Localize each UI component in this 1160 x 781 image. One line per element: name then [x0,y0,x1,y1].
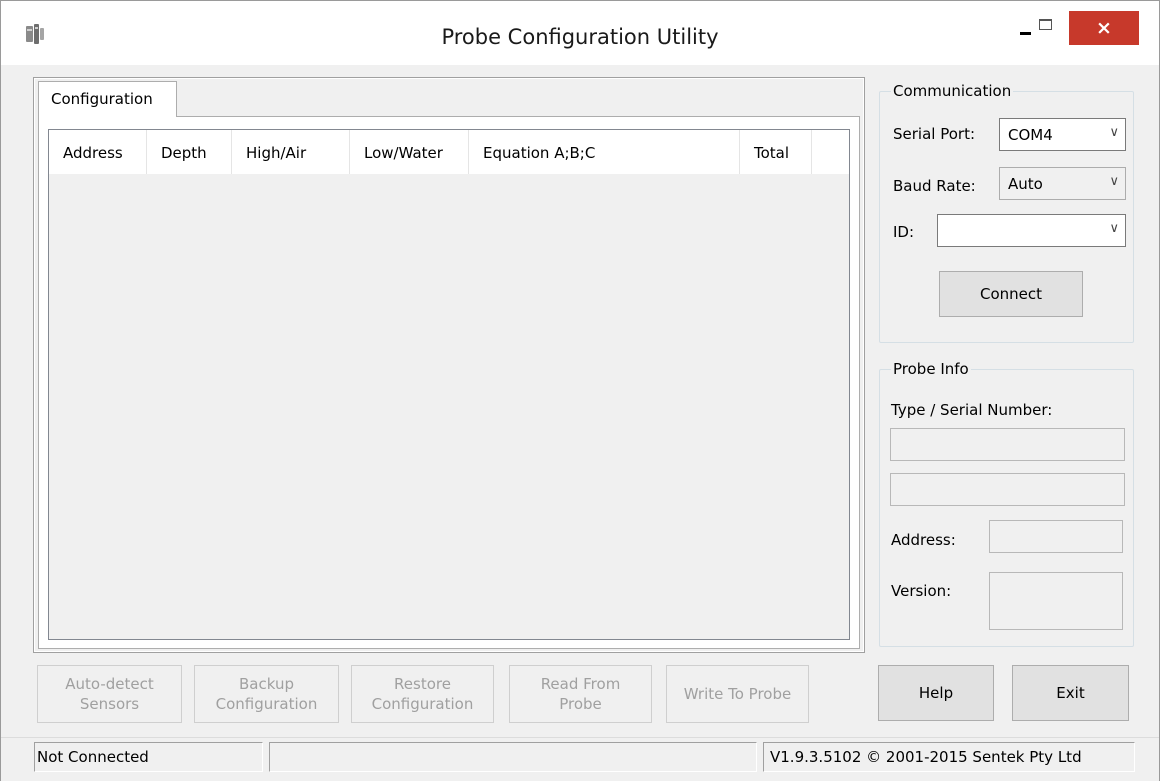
close-button[interactable]: × [1069,11,1139,45]
chevron-down-icon: ∨ [1109,174,1119,189]
chevron-down-icon: ∨ [1109,125,1119,140]
column-high-air[interactable]: High/Air [232,130,350,174]
id-select[interactable]: ∨ [937,214,1126,247]
serial-port-select[interactable]: COM4 ∨ [999,118,1126,151]
window-title: Probe Configuration Utility [441,25,719,49]
connect-label: Connect [979,285,1043,303]
tab-configuration[interactable]: Configuration [38,81,177,117]
column-depth[interactable]: Depth [147,130,232,174]
column-total[interactable]: Total [740,130,812,174]
sensor-configuration-list[interactable]: Address Depth High/Air Low/Water Equatio… [48,129,850,640]
tab-label: Configuration [51,90,153,108]
version-label: Version: [891,582,952,600]
column-address[interactable]: Address [49,130,147,174]
chevron-down-icon: ∨ [1109,221,1119,236]
write-to-probe-button[interactable]: Write To Probe [666,665,809,723]
connection-status: Not Connected [34,742,263,772]
help-button[interactable]: Help [878,665,994,721]
status-message [269,742,757,772]
version-copyright: V1.9.3.5102 © 2001-2015 Sentek Pty Ltd [763,742,1135,772]
close-icon: × [1096,17,1112,39]
probe-address-field [989,520,1123,553]
title-bar: Probe Configuration Utility × [1,1,1159,65]
address-label: Address: [891,531,956,549]
connect-button[interactable]: Connect [939,271,1083,317]
backup-configuration-button[interactable]: Backup Configuration [194,665,339,723]
probe-version-field [989,572,1123,630]
type-serial-label: Type / Serial Number: [891,401,1053,419]
maximize-icon [1038,18,1052,30]
probe-type-field [890,428,1125,461]
baud-rate-select[interactable]: Auto ∨ [999,167,1126,200]
read-from-probe-button[interactable]: Read From Probe [509,665,652,723]
exit-button[interactable]: Exit [1012,665,1129,721]
maximize-button[interactable] [1025,11,1065,45]
list-header: Address Depth High/Air Low/Water Equatio… [49,130,849,174]
auto-detect-sensors-button[interactable]: Auto-detect Sensors [37,665,182,723]
serial-port-label: Serial Port: [893,125,976,143]
communication-group-title: Communication [891,82,1014,100]
restore-configuration-button[interactable]: Restore Configuration [351,665,494,723]
id-label: ID: [893,223,915,241]
app-window: Probe Configuration Utility × Configurat… [0,0,1160,781]
probe-serial-field [890,473,1125,506]
baud-rate-value: Auto [1008,175,1043,193]
status-bar: Not Connected V1.9.3.5102 © 2001-2015 Se… [1,737,1159,781]
column-equation[interactable]: Equation A;B;C [469,130,740,174]
column-low-water[interactable]: Low/Water [350,130,469,174]
probe-info-group-title: Probe Info [891,360,971,378]
serial-port-value: COM4 [1008,126,1053,144]
baud-rate-label: Baud Rate: [893,177,976,195]
